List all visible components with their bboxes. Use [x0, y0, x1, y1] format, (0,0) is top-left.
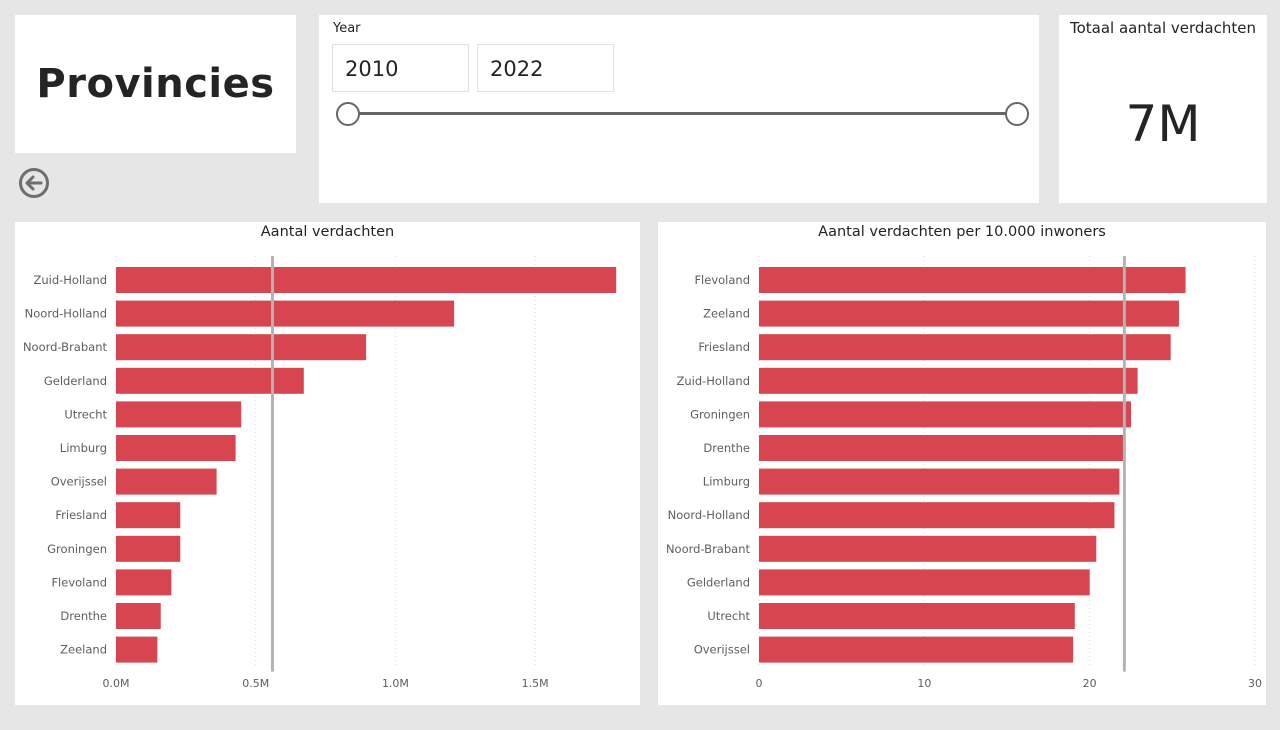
- category-label: Friesland: [698, 340, 750, 354]
- bar[interactable]: [116, 502, 181, 529]
- bar[interactable]: [759, 267, 1186, 293]
- x-tick-label: 1.0M: [382, 677, 409, 690]
- bar[interactable]: [116, 636, 158, 663]
- category-label: Gelderland: [44, 374, 107, 388]
- bar[interactable]: [759, 535, 1097, 562]
- bar[interactable]: [759, 502, 1115, 529]
- bar[interactable]: [116, 569, 172, 596]
- category-label: Utrecht: [707, 609, 750, 623]
- bar[interactable]: [116, 603, 161, 629]
- x-tick-label: 0: [756, 677, 763, 690]
- bar-chart-svg: 0 10 20 30 Flevoland Zeeland Friesland Zuid-Hol…: [666, 256, 1262, 690]
- year-slicer: Year 2010 2022: [319, 15, 1039, 203]
- back-arrow-icon[interactable]: [18, 167, 50, 199]
- category-label: Gelderland: [687, 575, 750, 589]
- kpi-title: Totaal aantal verdachten: [1070, 19, 1256, 37]
- category-label: Drenthe: [703, 441, 750, 455]
- category-label: Noord-Brabant: [666, 542, 751, 556]
- year-from-input[interactable]: 2010: [332, 44, 469, 92]
- bar[interactable]: [759, 401, 1131, 428]
- category-label: Noord-Brabant: [23, 340, 108, 354]
- bar[interactable]: [116, 267, 617, 293]
- category-label: Zeeland: [703, 307, 750, 321]
- year-to-input[interactable]: 2022: [477, 44, 614, 92]
- bar-chart-svg: 0.0M 0.5M 1.0M 1.5M Zuid-Holland Noord-Hollan…: [23, 256, 617, 690]
- bar[interactable]: [116, 401, 242, 428]
- bar[interactable]: [116, 367, 304, 394]
- bar[interactable]: [759, 603, 1075, 629]
- bar[interactable]: [116, 535, 181, 562]
- kpi-value: 7M: [1125, 95, 1201, 153]
- category-label: Noord-Holland: [668, 508, 750, 522]
- category-label: Drenthe: [60, 609, 107, 623]
- bar[interactable]: [759, 569, 1090, 596]
- bar[interactable]: [759, 300, 1179, 327]
- x-tick-label: 20: [1083, 677, 1097, 690]
- bar[interactable]: [116, 468, 217, 495]
- year-slider-track[interactable]: [347, 112, 1019, 115]
- category-label: Zeeland: [60, 643, 107, 657]
- chart-verdachten-per-inwoners: Aantal verdachten per 10.000 inwoners 01…: [658, 222, 1266, 705]
- page-title: Provincies: [36, 61, 275, 107]
- category-label: Overijssel: [51, 475, 107, 489]
- category-label: Groningen: [690, 407, 750, 421]
- x-tick-label: 30: [1248, 677, 1262, 690]
- category-label: Noord-Holland: [25, 307, 107, 321]
- category-label: Groningen: [47, 542, 107, 556]
- category-label: Zuid-Holland: [33, 273, 107, 287]
- kpi-card: Totaal aantal verdachten 7M: [1059, 15, 1267, 203]
- category-label: Utrecht: [64, 407, 107, 421]
- category-label: Limburg: [703, 475, 750, 489]
- bar[interactable]: [759, 636, 1074, 663]
- bar[interactable]: [759, 367, 1138, 394]
- category-label: Zuid-Holland: [676, 374, 750, 388]
- x-tick-label: 0.5M: [242, 677, 269, 690]
- bar[interactable]: [759, 435, 1125, 461]
- category-label: Flevoland: [51, 575, 107, 589]
- bar[interactable]: [116, 435, 236, 461]
- x-tick-label: 1.5M: [522, 677, 549, 690]
- bar[interactable]: [759, 468, 1120, 495]
- slider-handle-end[interactable]: [1005, 102, 1029, 126]
- category-label: Flevoland: [694, 273, 750, 287]
- x-tick-label: 0.0M: [103, 677, 130, 690]
- bar[interactable]: [116, 334, 367, 361]
- chart-aantal-verdachten: Aantal verdachten 0.0M 0.5M 1.0M 1.5M Zuid-H…: [15, 222, 640, 705]
- bar[interactable]: [759, 334, 1171, 361]
- x-tick-label: 10: [917, 677, 931, 690]
- slider-handle-start[interactable]: [336, 102, 360, 126]
- bar[interactable]: [116, 300, 455, 327]
- category-label: Limburg: [60, 441, 107, 455]
- title-card: Provincies: [15, 15, 296, 153]
- category-label: Overijssel: [694, 643, 750, 657]
- category-label: Friesland: [55, 508, 107, 522]
- slicer-title: Year: [333, 21, 361, 36]
